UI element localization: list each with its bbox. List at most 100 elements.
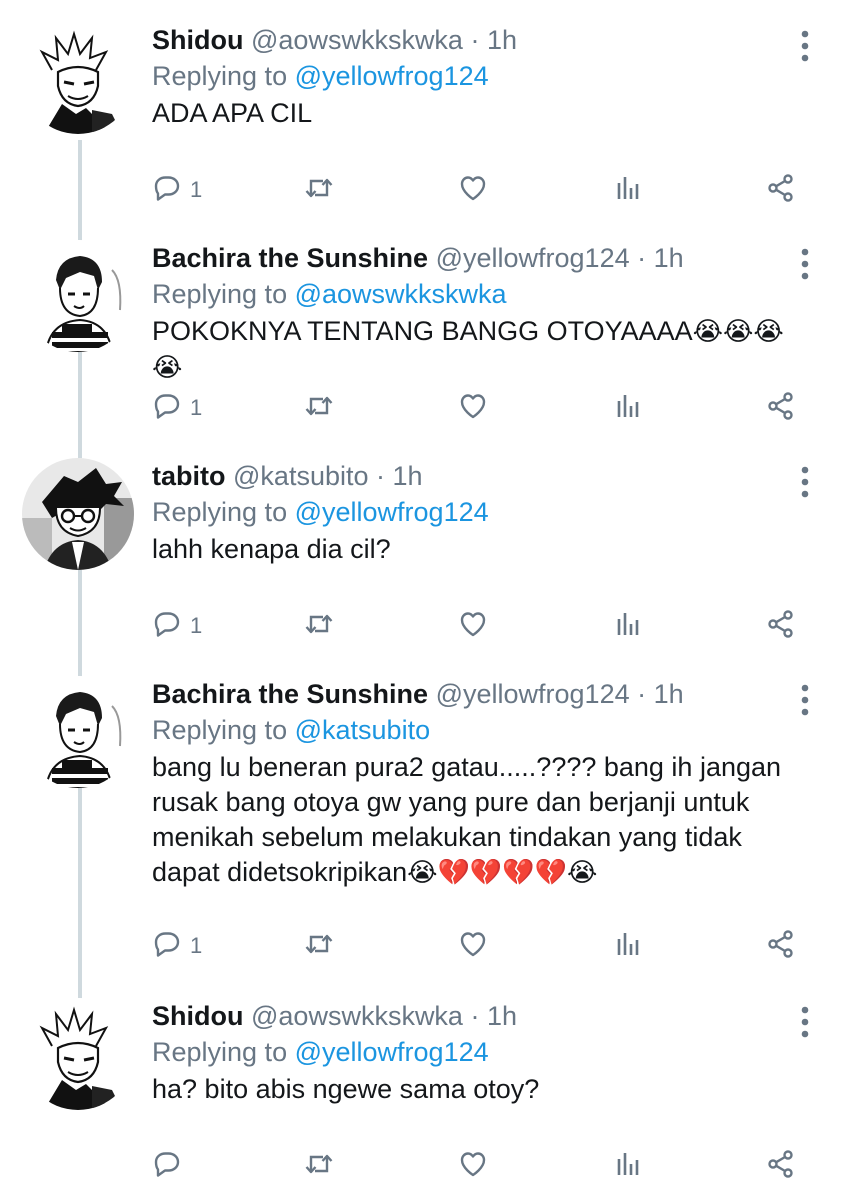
share-button[interactable]: [764, 170, 798, 210]
author-name[interactable]: Bachira the Sunshine: [152, 679, 428, 709]
author-name[interactable]: Bachira the Sunshine: [152, 243, 428, 273]
avatar[interactable]: [22, 458, 134, 570]
replying-to-handle[interactable]: @yellowfrog124: [295, 497, 489, 527]
author-name[interactable]: Shidou: [152, 1001, 243, 1031]
replying-to-line: Replying to @yellowfrog124: [152, 1034, 807, 1070]
avatar[interactable]: [22, 240, 134, 352]
replying-to-handle[interactable]: @yellowfrog124: [295, 61, 489, 91]
author-handle[interactable]: @aowswkkskwka: [251, 1001, 463, 1031]
analytics-icon: [610, 1147, 644, 1186]
heart-button[interactable]: [456, 606, 490, 646]
retweet-button[interactable]: [302, 606, 336, 646]
reply-icon: [150, 607, 184, 646]
tweet-time[interactable]: 1h: [487, 1001, 517, 1031]
tweet-header: Shidou @aowswkkskwka · 1h: [152, 22, 807, 58]
retweet-button[interactable]: [302, 170, 336, 210]
reply-button[interactable]: 1: [150, 926, 202, 966]
analytics-button[interactable]: [610, 170, 644, 210]
retweet-icon: [302, 1147, 336, 1186]
retweet-button[interactable]: [302, 926, 336, 966]
author-name[interactable]: tabito: [152, 461, 226, 491]
author-handle[interactable]: @yellowfrog124: [436, 679, 630, 709]
analytics-button[interactable]: [610, 1146, 644, 1186]
share-icon: [764, 607, 798, 646]
avatar[interactable]: [22, 676, 134, 788]
retweet-icon: [302, 171, 336, 210]
replying-to-label: Replying to: [152, 715, 288, 745]
tweet-text-content: lahh kenapa dia cil?: [152, 534, 391, 564]
author-handle[interactable]: @aowswkkskwka: [251, 25, 463, 55]
retweet-button[interactable]: [302, 388, 336, 428]
replying-to-handle[interactable]: @aowswkkskwka: [295, 279, 507, 309]
tweet-header: Shidou @aowswkkskwka · 1h: [152, 998, 807, 1034]
reply-button[interactable]: 1: [150, 170, 202, 210]
reply-button[interactable]: 1: [150, 606, 202, 646]
heart-button[interactable]: [456, 170, 490, 210]
reply-icon: [150, 389, 184, 428]
more-options-icon[interactable]: [795, 1002, 815, 1042]
tweet-text-content: ha? bito abis ngewe sama otoy?: [152, 1074, 540, 1104]
author-handle[interactable]: @katsubito: [233, 461, 368, 491]
retweet-icon: [302, 927, 336, 966]
analytics-icon: [610, 927, 644, 966]
more-options-icon[interactable]: [795, 680, 815, 720]
reply-count: 1: [190, 177, 203, 202]
analytics-button[interactable]: [610, 388, 644, 428]
more-options-icon[interactable]: [795, 244, 815, 284]
more-options-icon[interactable]: [795, 462, 815, 502]
tweet-text: bang lu beneran pura2 gatau.....???? ban…: [152, 750, 807, 891]
heart-icon: [456, 171, 490, 210]
share-icon: [764, 1147, 798, 1186]
share-button[interactable]: [764, 1146, 798, 1186]
replying-to-handle[interactable]: @yellowfrog124: [295, 1037, 489, 1067]
reply-button[interactable]: [150, 1146, 184, 1186]
tweet-actions: 1: [150, 926, 807, 966]
reply-count: 1: [190, 933, 203, 958]
share-button[interactable]: [764, 606, 798, 646]
tweet-actions: [150, 1146, 807, 1186]
share-button[interactable]: [764, 926, 798, 966]
share-icon: [764, 389, 798, 428]
analytics-button[interactable]: [610, 606, 644, 646]
tweet-actions: 1: [150, 170, 807, 210]
share-button[interactable]: [764, 388, 798, 428]
heart-icon: [456, 607, 490, 646]
reply-icon: [150, 927, 184, 966]
analytics-button[interactable]: [610, 926, 644, 966]
tweet-time[interactable]: 1h: [487, 25, 517, 55]
tweet-body: Bachira the Sunshine @yellowfrog124 · 1h…: [152, 676, 807, 891]
tweet-text: lahh kenapa dia cil?: [152, 532, 807, 567]
tweet-time[interactable]: 1h: [654, 679, 684, 709]
heart-button[interactable]: [456, 388, 490, 428]
retweet-icon: [302, 607, 336, 646]
replying-to-line: Replying to @aowswkkskwka: [152, 276, 807, 312]
more-options-icon[interactable]: [795, 26, 815, 66]
analytics-icon: [610, 607, 644, 646]
replying-to-line: Replying to @yellowfrog124: [152, 58, 807, 94]
tweet-time[interactable]: 1h: [654, 243, 684, 273]
tweet-text: ADA APA CIL: [152, 96, 807, 131]
bachira-avatar: [22, 240, 134, 352]
author-name[interactable]: Shidou: [152, 25, 243, 55]
heart-button[interactable]: [456, 1146, 490, 1186]
reply-icon: [150, 171, 184, 210]
retweet-button[interactable]: [302, 1146, 336, 1186]
heart-button[interactable]: [456, 926, 490, 966]
reply-button[interactable]: 1: [150, 388, 202, 428]
tweet-body: Shidou @aowswkkskwka · 1h Replying to @ye…: [152, 998, 807, 1107]
heart-icon: [456, 389, 490, 428]
tweet-text: POKOKNYA TENTANG BANGG OTOYAAAA😭😭😭😭: [152, 314, 807, 386]
avatar[interactable]: [22, 22, 134, 134]
tweet-text-content: POKOKNYA TENTANG BANGG OTOYAAAA: [152, 316, 693, 346]
avatar[interactable]: [22, 998, 134, 1110]
reply-icon: [150, 1147, 184, 1186]
replying-to-label: Replying to: [152, 497, 288, 527]
tweet-text-content: ADA APA CIL: [152, 98, 313, 128]
tweet-text: ha? bito abis ngewe sama otoy?: [152, 1072, 807, 1107]
author-handle[interactable]: @yellowfrog124: [436, 243, 630, 273]
tweet-header: Bachira the Sunshine @yellowfrog124 · 1h: [152, 240, 807, 276]
replying-to-handle[interactable]: @katsubito: [295, 715, 430, 745]
tweet-actions: 1: [150, 606, 807, 646]
tweet-time[interactable]: 1h: [393, 461, 423, 491]
reply-count: 1: [190, 613, 203, 638]
